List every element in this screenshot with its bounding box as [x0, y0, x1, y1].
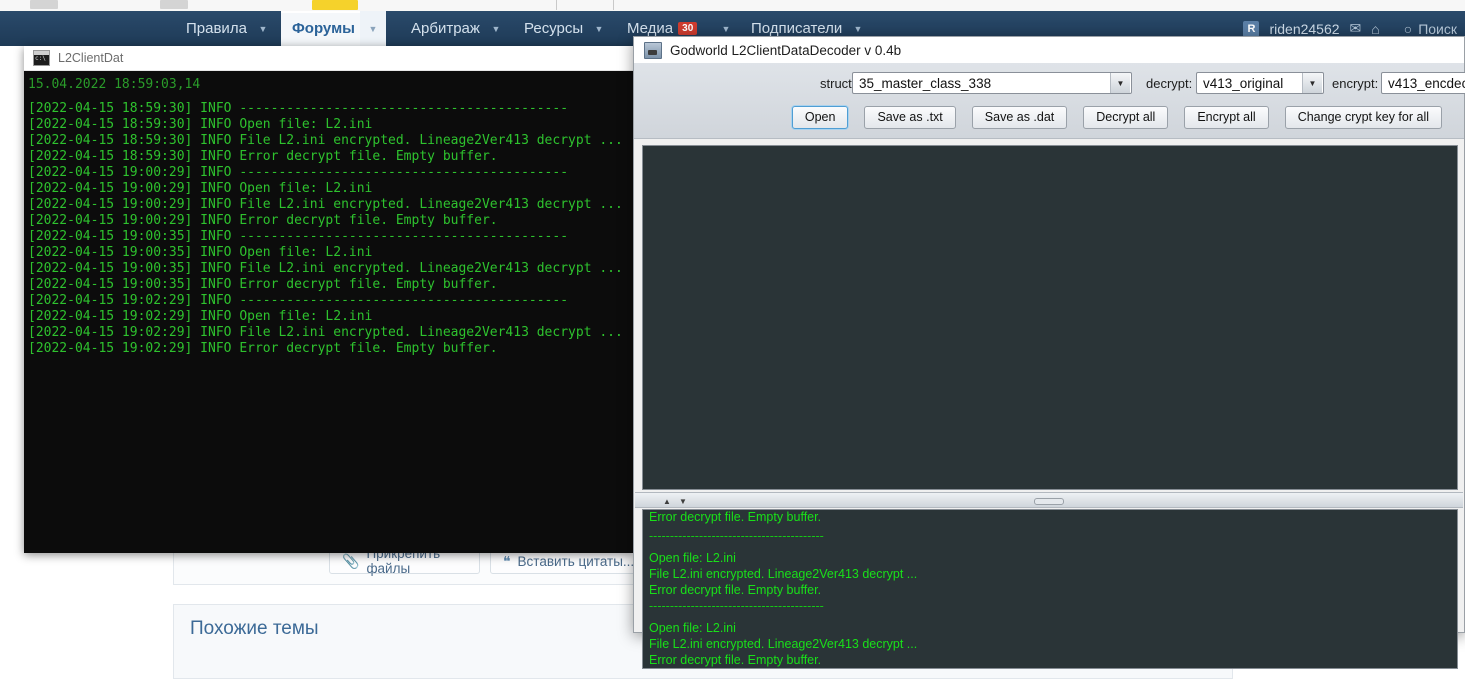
structure-select[interactable]: 35_master_class_338 ▼ [852, 72, 1132, 94]
console-log-line: [2022-04-15 19:02:29] INFO Open file: L2… [28, 309, 373, 324]
page-title: Похожие темы [190, 618, 319, 639]
save-as-txt-button[interactable]: Save as .txt [864, 105, 956, 129]
quote-icon: ❝ [503, 552, 511, 569]
nav-item-arbitration[interactable]: Арбитраж [400, 11, 491, 46]
bell-icon[interactable]: ⌂ [1371, 21, 1379, 37]
console-log-line: [2022-04-15 19:00:29] INFO -------------… [28, 165, 569, 180]
log-line: Error decrypt file. Empty buffer. [649, 510, 822, 524]
decrypt-select-value: v413_original [1203, 75, 1284, 91]
log-line: Open file: L2.ini [649, 621, 736, 635]
search-trigger[interactable]: ○ Поиск [1404, 21, 1457, 37]
bookmark-separator [613, 0, 614, 10]
chevron-down-icon[interactable]: ▼ [1110, 73, 1130, 93]
nav-item-resources[interactable]: Ресурсы [513, 11, 594, 46]
avatar[interactable]: R [1243, 20, 1260, 37]
console-log-line: [2022-04-15 19:00:35] INFO Error decrypt… [28, 277, 498, 292]
paperclip-icon: 📎 [342, 552, 360, 569]
console-log-line: [2022-04-15 18:59:30] INFO Open file: L2… [28, 117, 373, 132]
app-icon [644, 41, 662, 59]
console-log-line: [2022-04-15 19:00:29] INFO Open file: L2… [28, 181, 373, 196]
triangle-up-icon[interactable]: ▲ [663, 497, 671, 506]
user-name-label[interactable]: riden24562 [1269, 21, 1339, 37]
status-badge: 30 [678, 22, 698, 35]
nav-item-label: Медиа [627, 20, 674, 37]
decoder-toolbar: structure: 35_master_class_338 ▼ decrypt… [634, 63, 1465, 139]
decoder-window[interactable]: Godworld L2ClientDataDecoder v 0.4b stru… [633, 36, 1465, 669]
console-window[interactable]: L2ClientDat 15.04.2022 18:59:03,14 [2022… [24, 46, 633, 553]
log-line: Error decrypt file. Empty buffer. [649, 653, 822, 667]
log-line: File L2.ini encrypted. Lineage2Ver413 de… [649, 637, 918, 651]
bookmark-folder-icon[interactable] [312, 0, 358, 10]
console-log-line: [2022-04-15 19:02:29] INFO Error decrypt… [28, 341, 498, 356]
console-log-line: [2022-04-15 19:00:35] INFO File L2.ini e… [28, 261, 623, 276]
nav-item-rules[interactable]: Правила [175, 11, 258, 46]
log-line: Error decrypt file. Empty buffer. [649, 583, 822, 597]
log-line: File L2.ini encrypted. Lineage2Ver413 de… [649, 567, 918, 581]
console-header-line: 15.04.2022 18:59:03,14 [28, 77, 201, 92]
console-log-line: [2022-04-15 19:02:29] INFO File L2.ini e… [28, 325, 623, 340]
decoder-titlebar[interactable]: Godworld L2ClientDataDecoder v 0.4b [634, 37, 1464, 63]
log-separator-line: ----------------------------------------… [649, 599, 824, 613]
console-icon [33, 50, 50, 66]
search-icon: ○ [1403, 20, 1413, 37]
triangle-down-icon[interactable]: ▼ [679, 497, 687, 506]
decrypt-all-button[interactable]: Decrypt all [1083, 105, 1169, 129]
chevron-down-icon[interactable]: ▼ [586, 11, 612, 46]
log-line: Open file: L2.ini [649, 551, 736, 565]
save-as-dat-button[interactable]: Save as .dat [971, 105, 1068, 129]
bookmark-chip[interactable] [30, 0, 58, 9]
console-titlebar[interactable]: L2ClientDat [24, 46, 633, 71]
nav-item-label: Ресурсы [524, 20, 584, 37]
log-separator-line: ----------------------------------------… [649, 529, 824, 543]
decoder-window-title: Godworld L2ClientDataDecoder v 0.4b [670, 42, 902, 58]
grip-handle-icon[interactable] [1034, 498, 1064, 505]
console-log-line: [2022-04-15 19:00:35] INFO Open file: L2… [28, 245, 373, 260]
console-log-line: [2022-04-15 18:59:30] INFO File L2.ini e… [28, 133, 623, 148]
console-log-line: [2022-04-15 19:00:35] INFO -------------… [28, 229, 569, 244]
console-log-line: [2022-04-15 18:59:30] INFO -------------… [28, 101, 569, 116]
console-log-line: [2022-04-15 19:00:29] INFO Error decrypt… [28, 213, 498, 228]
console-log-lines: [2022-04-15 18:59:30] INFO -------------… [28, 101, 633, 357]
structure-select-value: 35_master_class_338 [859, 75, 992, 91]
decrypt-label: decrypt: [1146, 75, 1193, 91]
nav-item-forums[interactable]: Форумы [281, 11, 366, 46]
decoder-action-buttons: Open Save as .txt Save as .dat Decrypt all E… [634, 104, 1464, 130]
chevron-down-icon[interactable]: ▼ [483, 11, 509, 46]
bookmark-chip[interactable] [160, 0, 188, 9]
nav-item-label: Форумы [292, 20, 355, 37]
console-output: 15.04.2022 18:59:03,14 [2022-04-15 18:59… [24, 71, 633, 553]
decoder-upper-log-panel[interactable] [642, 145, 1458, 490]
encrypt-select-value: v413_encdec [1388, 75, 1465, 91]
console-log-line: [2022-04-15 19:02:29] INFO -------------… [28, 293, 569, 308]
encrypt-all-button[interactable]: Encrypt all [1184, 105, 1269, 129]
console-window-title: L2ClientDat [58, 51, 124, 65]
insert-quotes-label: Вставить цитаты... [517, 553, 635, 569]
chevron-down-icon[interactable]: ▼ [360, 11, 386, 46]
decrypt-select[interactable]: v413_original ▼ [1196, 72, 1324, 94]
console-log-line: [2022-04-15 18:59:30] INFO Error decrypt… [28, 149, 498, 164]
encrypt-select[interactable]: v413_encdec ▼ [1381, 72, 1465, 94]
console-log-line: [2022-04-15 19:00:29] INFO File L2.ini e… [28, 197, 623, 212]
search-label: Поиск [1418, 20, 1457, 37]
nav-item-label: Арбитраж [411, 20, 480, 37]
bookmark-separator [556, 0, 557, 10]
panel-splitter[interactable]: ▲ ▼ [635, 492, 1463, 508]
change-crypt-key-for-all-button[interactable]: Change crypt key for all [1284, 105, 1442, 129]
encrypt-label: encrypt: [1332, 75, 1379, 91]
decoder-lower-log-panel[interactable]: Error decrypt file. Empty buffer. -------… [642, 509, 1458, 669]
chevron-down-icon[interactable]: ▼ [1302, 73, 1322, 93]
chevron-down-icon[interactable]: ▼ [250, 11, 276, 46]
nav-item-label: Правила [186, 20, 247, 37]
open-button[interactable]: Open [791, 105, 849, 129]
nav-item-label: Подписатели [751, 20, 843, 37]
envelope-icon[interactable]: ✉ [1350, 20, 1362, 37]
